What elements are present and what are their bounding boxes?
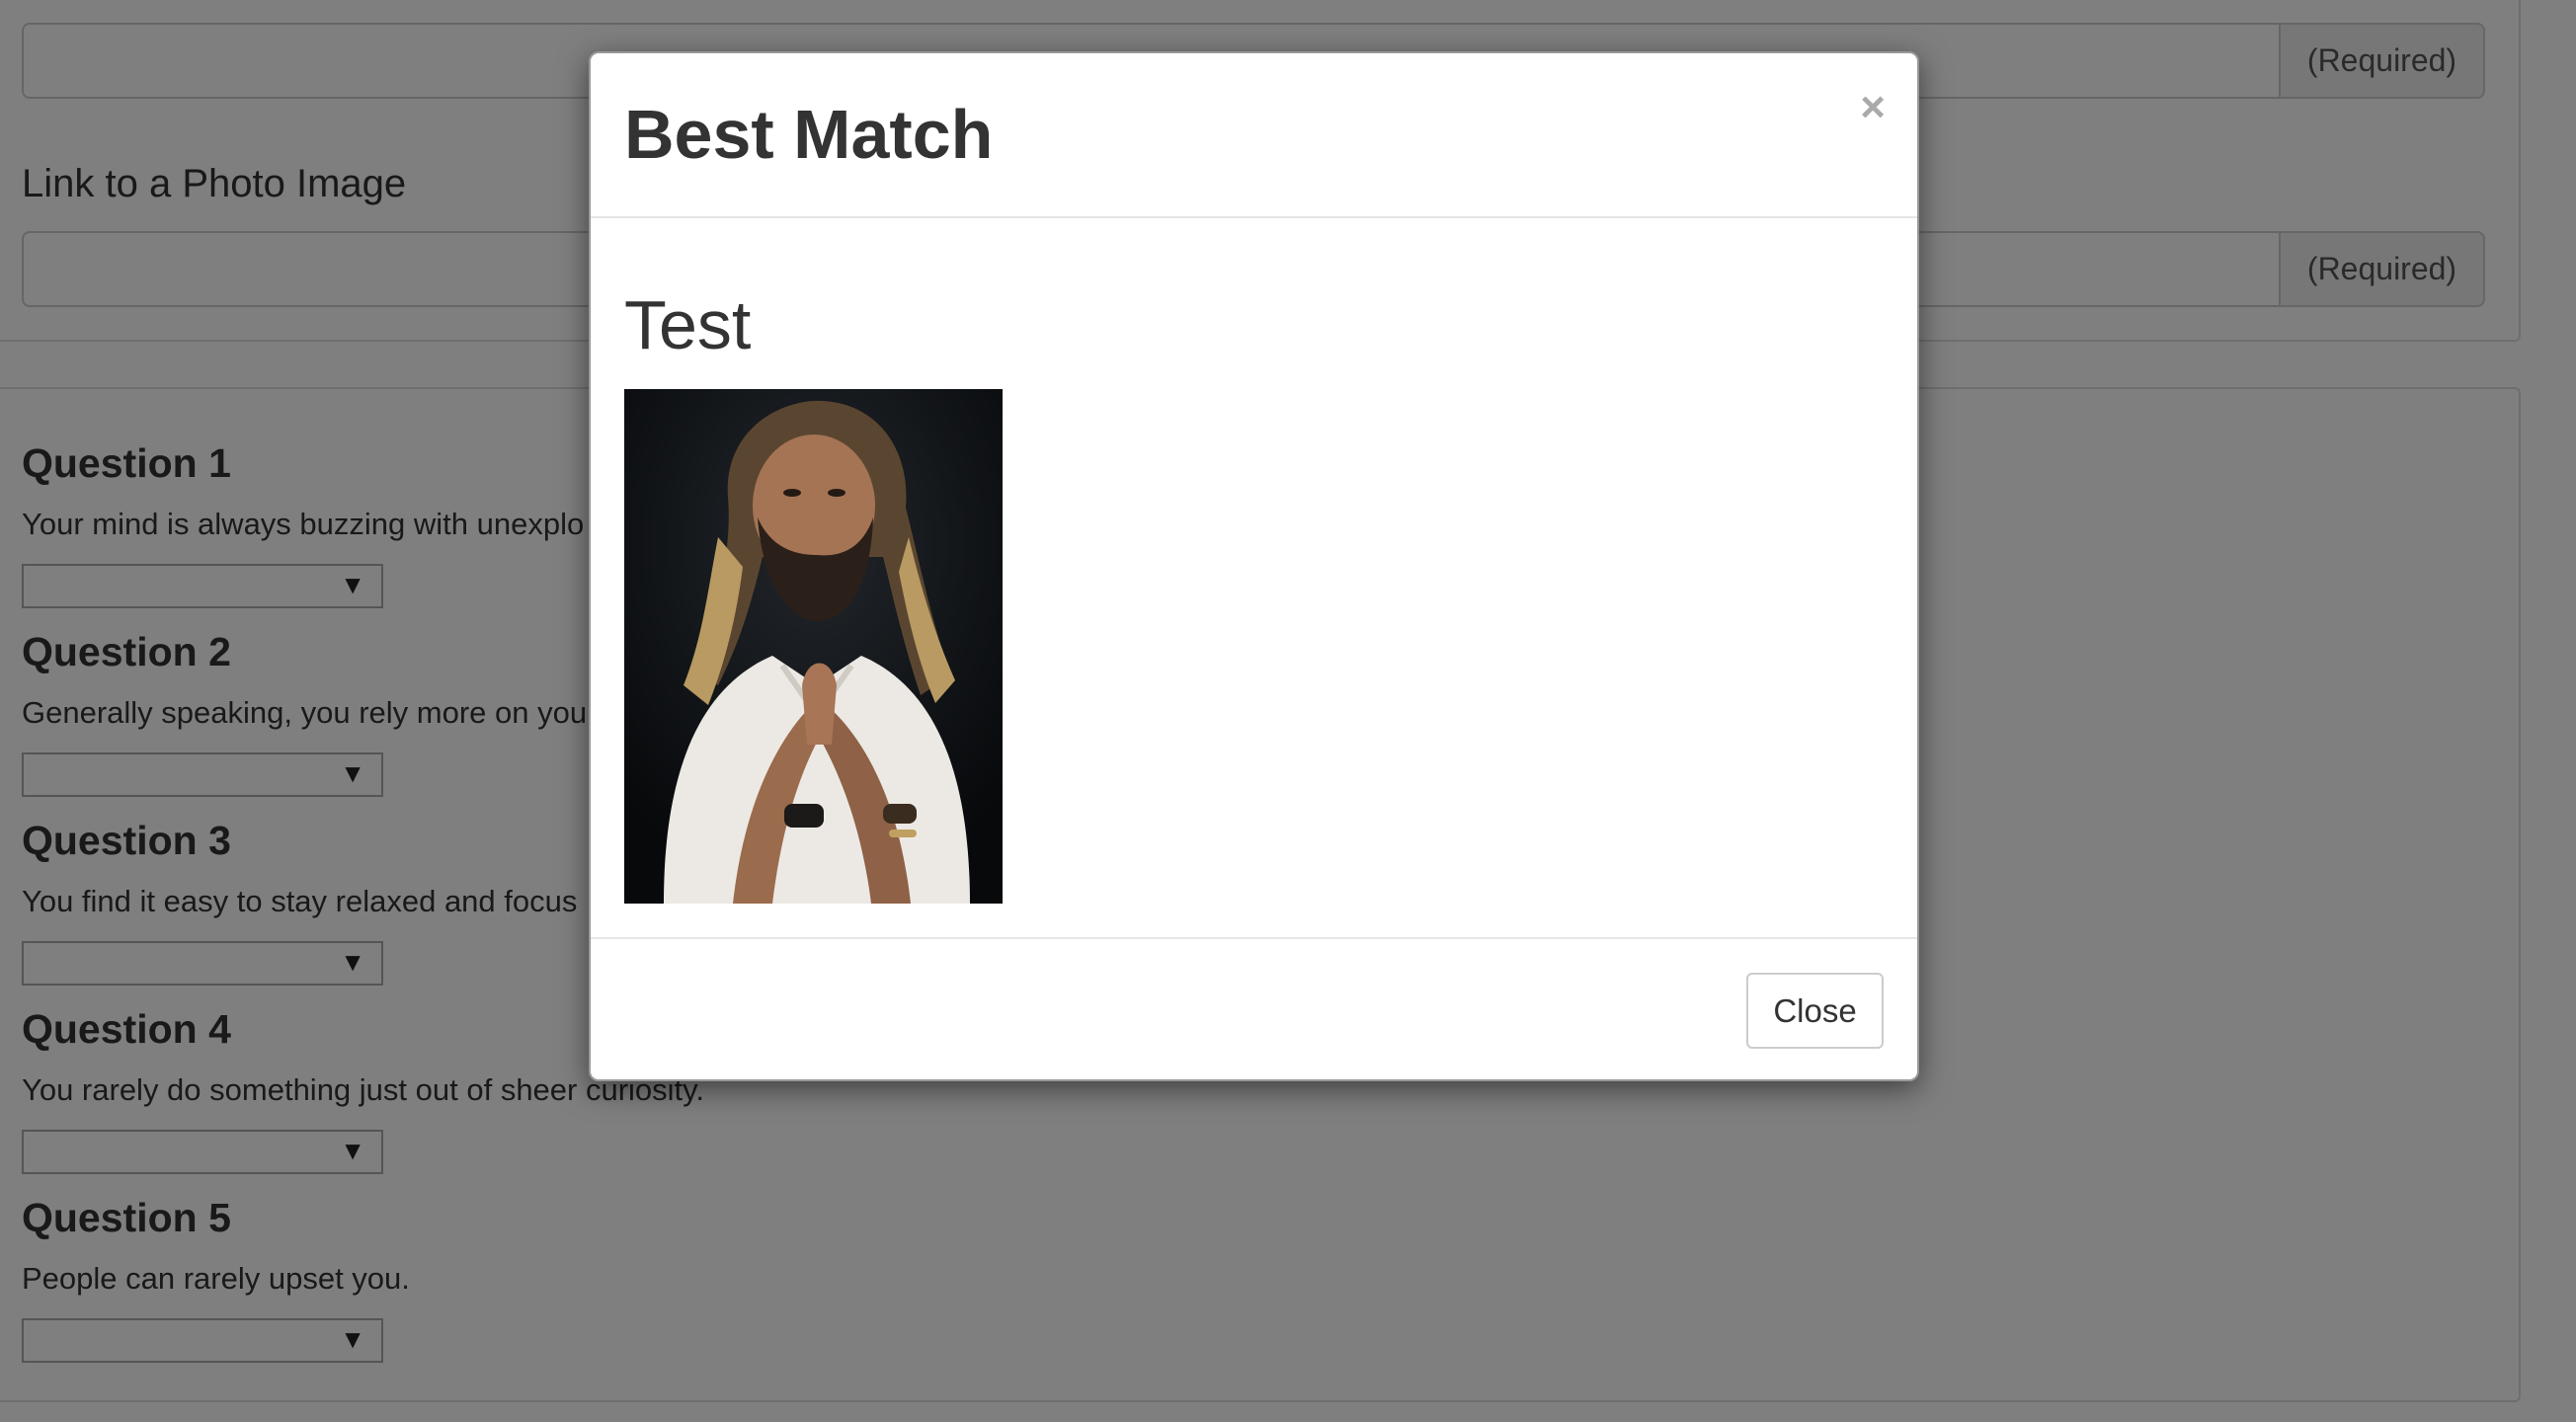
match-photo — [624, 389, 1003, 904]
best-match-modal: Best Match × Test Close — [589, 51, 1919, 1081]
modal-footer: Close — [591, 937, 1917, 1079]
close-icon[interactable]: × — [1860, 83, 1886, 132]
page: (Required) Link to a Photo Image (Requir… — [0, 0, 2576, 1422]
close-button[interactable]: Close — [1746, 973, 1884, 1049]
match-name: Test — [624, 286, 752, 363]
modal-title: Best Match — [624, 96, 994, 173]
modal-body: Test — [624, 290, 1003, 904]
person-photo-icon — [624, 389, 1003, 904]
modal-header: Best Match × — [591, 53, 1917, 218]
